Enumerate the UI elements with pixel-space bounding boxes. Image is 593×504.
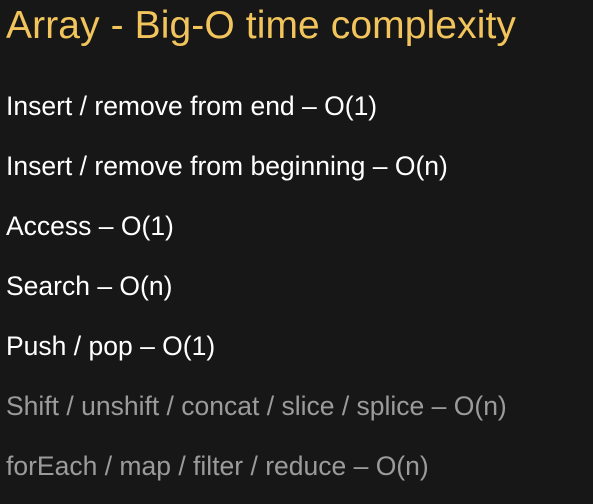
complexity-item-push-pop: Push / pop – O(1) <box>6 331 216 361</box>
complexity-item-shift-splice: Shift / unshift / concat / slice / splic… <box>6 391 507 421</box>
complexity-item-insert-end: Insert / remove from end – O(1) <box>6 91 378 121</box>
slide-title: Array - Big-O time complexity <box>6 4 516 47</box>
slide: Array - Big-O time complexity Insert / r… <box>0 0 593 489</box>
complexity-item-search: Search – O(n) <box>6 271 173 301</box>
complexity-list: Insert / remove from end – O(1) Insert /… <box>6 84 507 504</box>
complexity-item-foreach-reduce: forEach / map / filter / reduce – O(n) <box>6 451 429 481</box>
complexity-item-insert-beginning: Insert / remove from beginning – O(n) <box>6 151 448 181</box>
complexity-item-access: Access – O(1) <box>6 211 174 241</box>
